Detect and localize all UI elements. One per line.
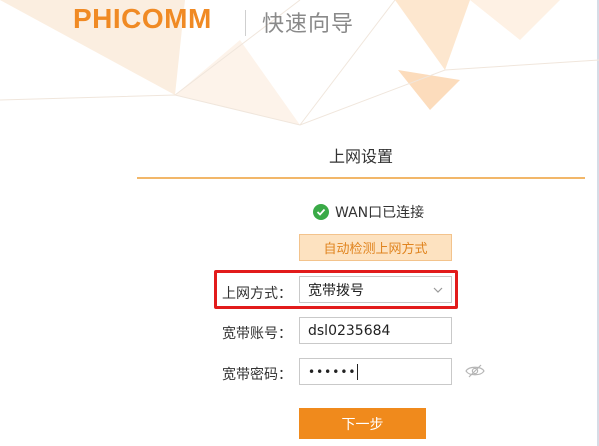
wan-status: WAN口已连接: [313, 203, 424, 221]
section-title: 上网设置: [328, 147, 393, 166]
connection-type-value: 宽带拨号: [308, 282, 364, 299]
wan-status-text: WAN口已连接: [335, 205, 425, 221]
eye-off-icon[interactable]: [465, 363, 485, 379]
next-button[interactable]: 下一步: [299, 408, 426, 439]
header-divider: [245, 10, 246, 36]
password-input[interactable]: ••••••: [299, 358, 452, 385]
chevron-down-icon: [433, 287, 443, 293]
check-circle-icon: [313, 204, 329, 220]
auto-detect-button[interactable]: 自动检测上网方式: [299, 234, 452, 261]
section-divider: [137, 177, 585, 179]
wizard-title: 快速向导: [262, 12, 355, 37]
text-cursor: [357, 363, 359, 380]
password-value: ••••••: [308, 364, 357, 379]
password-label: 宽带密码：: [222, 367, 292, 383]
phicomm-logo: PHICOMM: [73, 3, 212, 34]
connection-type-select[interactable]: 宽带拨号: [299, 276, 452, 303]
account-input[interactable]: [299, 317, 452, 344]
connection-type-label: 上网方式：: [222, 286, 292, 302]
account-label: 宽带账号：: [222, 326, 292, 342]
